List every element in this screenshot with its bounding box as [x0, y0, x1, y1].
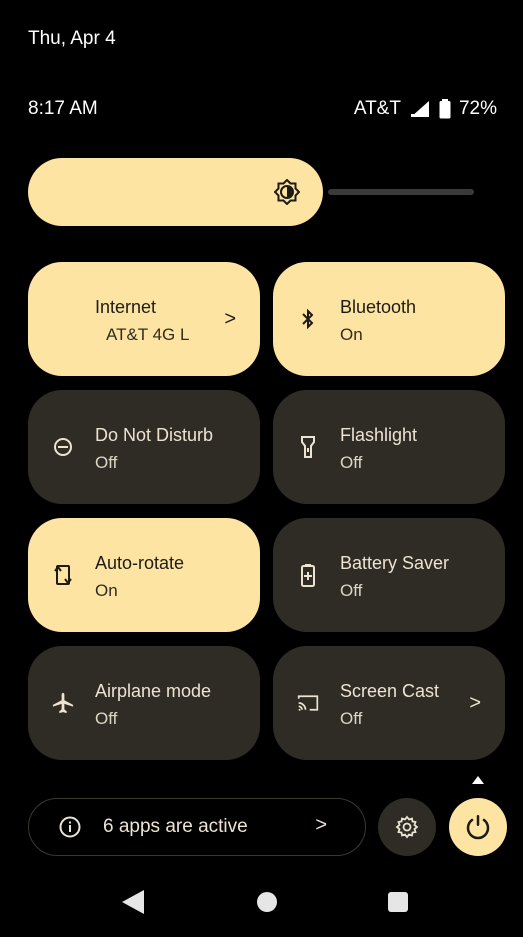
tile-subtitle: AT&T 4G L [106, 325, 190, 344]
status-time: 8:17 AM [28, 98, 98, 119]
expand-handle-icon[interactable] [472, 776, 484, 784]
battery-saver-icon [297, 564, 319, 587]
chevron-right-icon: > [224, 308, 236, 330]
status-date: Thu, Apr 4 [28, 28, 116, 49]
power-icon [466, 815, 490, 840]
flashlight-icon [297, 436, 319, 458]
tile-title: Flashlight [340, 425, 418, 445]
brightness-slider[interactable] [28, 158, 474, 226]
active-apps-label: 6 apps are active [103, 816, 248, 837]
home-button[interactable] [257, 892, 277, 912]
carrier-label: AT&T [353, 98, 401, 119]
brightness-track-line [328, 189, 474, 195]
tile-title: Internet [95, 297, 157, 317]
tile-subtitle: Off [95, 709, 118, 728]
back-icon[interactable] [122, 890, 144, 914]
tile-airplane-mode[interactable]: Airplane mode Off [28, 646, 260, 760]
tile-screen-cast[interactable]: Screen Cast Off > [273, 646, 505, 760]
tile-internet[interactable]: Internet AT&T 4G L > [28, 262, 260, 376]
screen-cast-icon [297, 692, 319, 714]
tile-subtitle: Off [340, 581, 363, 600]
status-indicators: AT&T 72% [354, 98, 497, 120]
tile-subtitle: On [340, 325, 363, 344]
tile-title: Bluetooth [340, 297, 417, 317]
bluetooth-icon [297, 308, 319, 330]
tile-flashlight[interactable]: Flashlight Off [273, 390, 505, 504]
active-apps-button[interactable]: 6 apps are active > [28, 798, 366, 856]
tile-subtitle: Off [95, 453, 118, 472]
battery-percent: 72% [458, 98, 497, 119]
chevron-right-icon: > [315, 814, 327, 836]
info-icon [59, 816, 81, 838]
brightness-icon [274, 179, 300, 205]
tile-title: Airplane mode [95, 681, 212, 701]
power-button[interactable] [449, 798, 507, 856]
airplane-icon [52, 692, 74, 714]
tile-title: Battery Saver [340, 553, 450, 573]
auto-rotate-icon [52, 564, 74, 586]
tile-do-not-disturb[interactable]: Do Not Disturb Off [28, 390, 260, 504]
signal-icon [410, 101, 429, 117]
chevron-right-icon: > [469, 692, 481, 714]
do-not-disturb-icon [52, 436, 74, 458]
gear-icon [395, 815, 419, 839]
tile-subtitle: Off [340, 709, 363, 728]
tile-subtitle: Off [340, 453, 363, 472]
settings-button[interactable] [378, 798, 436, 856]
tile-bluetooth[interactable]: Bluetooth On [273, 262, 505, 376]
tile-title: Auto-rotate [95, 553, 185, 573]
tile-title: Screen Cast [340, 681, 440, 701]
tile-subtitle: On [95, 581, 118, 600]
tile-title: Do Not Disturb [95, 425, 214, 445]
tile-auto-rotate[interactable]: Auto-rotate On [28, 518, 260, 632]
recents-button[interactable] [388, 892, 408, 912]
tile-battery-saver[interactable]: Battery Saver Off [273, 518, 505, 632]
battery-icon [439, 99, 451, 119]
